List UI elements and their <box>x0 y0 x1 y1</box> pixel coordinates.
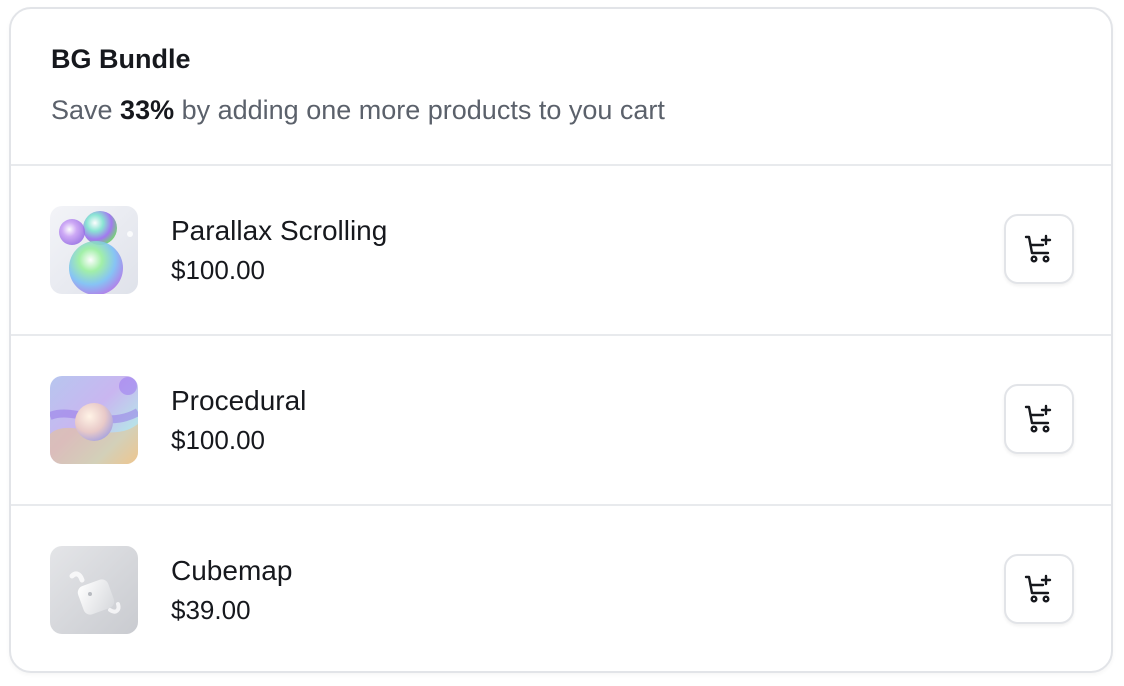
subtitle-prefix: Save <box>51 95 121 125</box>
product-thumbnail <box>50 546 138 634</box>
add-to-cart-button[interactable] <box>1004 384 1074 454</box>
product-price: $100.00 <box>171 425 265 455</box>
cart-plus-icon <box>1024 234 1052 263</box>
bundle-subtitle: Save 33% by adding one more products to … <box>51 94 1111 126</box>
bundle-header: BG Bundle Save 33% by adding one more pr… <box>11 9 1111 166</box>
product-price: $39.00 <box>171 595 251 625</box>
product-row: Cubemap $39.00 <box>11 506 1111 671</box>
product-name: Parallax Scrolling <box>171 215 388 246</box>
product-row: Parallax Scrolling $100.00 <box>11 166 1111 336</box>
product-thumbnail <box>50 206 138 294</box>
discount-percent: 33% <box>120 95 175 125</box>
cart-plus-icon <box>1024 574 1052 603</box>
product-row: Procedural $100.00 <box>11 336 1111 506</box>
product-name: Procedural <box>171 385 307 416</box>
bundle-card: BG Bundle Save 33% by adding one more pr… <box>9 7 1113 673</box>
product-info: Procedural $100.00 <box>171 384 306 456</box>
product-thumbnail <box>50 376 138 464</box>
subtitle-suffix: by adding one more products to you cart <box>174 95 665 125</box>
add-to-cart-button[interactable] <box>1004 554 1074 624</box>
product-name: Cubemap <box>171 555 293 586</box>
product-info: Parallax Scrolling $100.00 <box>171 214 387 286</box>
product-price: $100.00 <box>171 255 265 285</box>
cart-plus-icon <box>1024 404 1052 433</box>
product-info: Cubemap $39.00 <box>171 554 292 626</box>
add-to-cart-button[interactable] <box>1004 214 1074 284</box>
bundle-title: BG Bundle <box>51 44 191 74</box>
